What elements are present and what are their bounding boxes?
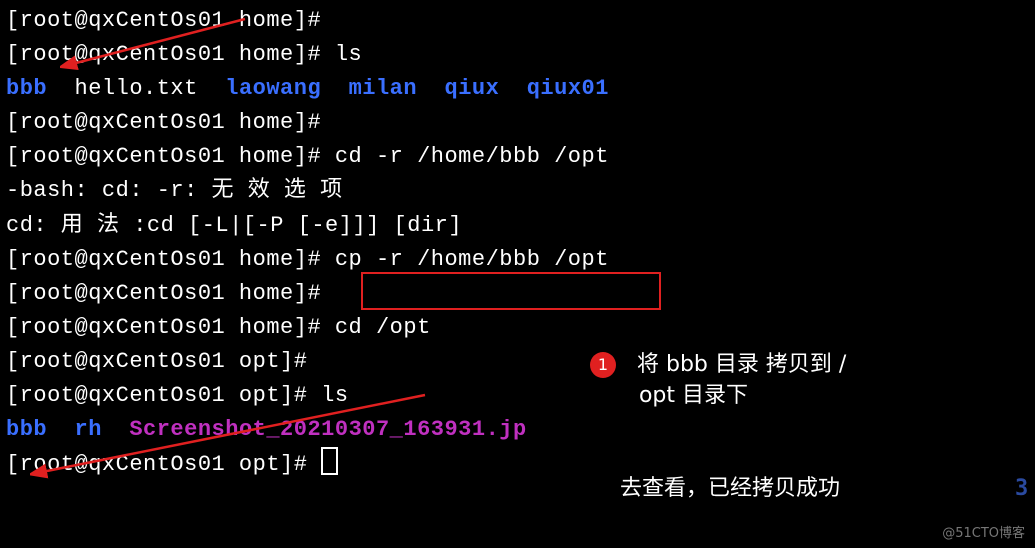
trailing-digit: 3 — [1015, 474, 1028, 505]
prompt: [root@qxCentOs01 opt]# — [6, 383, 321, 408]
prompt-line: [root@qxCentOs01 home]# cd -r /home/bbb … — [6, 140, 1029, 174]
prompt: [root@qxCentOs01 opt]# — [6, 349, 307, 374]
command-cd-opt: cd /opt — [335, 315, 431, 340]
file-hello: hello.txt — [75, 76, 198, 101]
prompt-line: [root@qxCentOs01 home]# ls — [6, 38, 1029, 72]
command-cp: cp -r /home/bbb /opt — [335, 247, 609, 272]
prompt: [root@qxCentOs01 opt]# — [6, 452, 321, 477]
prompt: [root@qxCentOs01 home]# — [6, 110, 321, 135]
prompt-line: [root@qxCentOs01 home]# — [6, 4, 1029, 38]
cursor-icon — [321, 447, 338, 475]
prompt: [root@qxCentOs01 home]# — [6, 144, 335, 169]
command-ls: ls — [335, 42, 362, 67]
annotation-2-text: 去查看，已经拷贝成功 — [620, 476, 840, 501]
prompt: [root@qxCentOs01 home]# — [6, 8, 321, 33]
terminal-output: [root@qxCentOs01 home]# [root@qxCentOs01… — [0, 0, 1035, 486]
prompt: [root@qxCentOs01 home]# — [6, 315, 335, 340]
dir-milan: milan — [349, 76, 418, 101]
prompt-line: [root@qxCentOs01 home]# cp -r /home/bbb … — [6, 243, 1029, 277]
dir-laowang: laowang — [225, 76, 321, 101]
dir-bbb: bbb — [6, 76, 47, 101]
annotation-1-text-line2: opt 目录下 — [639, 383, 748, 408]
prompt: [root@qxCentOs01 home]# — [6, 281, 321, 306]
file-screenshot: Screenshot_20210307_163931.jp — [129, 417, 526, 442]
watermark: @51CTO博客 — [942, 524, 1025, 544]
prompt-line: [root@qxCentOs01 home]# — [6, 106, 1029, 140]
prompt: [root@qxCentOs01 home]# — [6, 42, 335, 67]
prompt-line: [root@qxCentOs01 opt]# — [6, 447, 1029, 482]
dir-qiux: qiux — [445, 76, 500, 101]
annotation-2: 去查看，已经拷贝成功 — [620, 474, 840, 505]
prompt-line: [root@qxCentOs01 home]# cd /opt — [6, 311, 1029, 345]
command-cd-bad: cd -r /home/bbb /opt — [335, 144, 609, 169]
dir-bbb: bbb — [6, 417, 47, 442]
annotation-1-text-line1: 将 bbb 目录 拷贝到 / — [637, 352, 846, 377]
annotation-1: 1 将 bbb 目录 拷贝到 / opt 目录下 — [590, 350, 1020, 412]
error-usage: cd: 用 法 :cd [-L|[-P [-e]]] [dir] — [6, 209, 1029, 243]
prompt: [root@qxCentOs01 home]# — [6, 247, 335, 272]
ls-output-opt: bbb rh Screenshot_20210307_163931.jp — [6, 413, 1029, 447]
command-ls: ls — [321, 383, 348, 408]
dir-qiux01: qiux01 — [527, 76, 609, 101]
dir-rh: rh — [75, 417, 102, 442]
ls-output-home: bbb hello.txt laowang milan qiux qiux01 — [6, 72, 1029, 106]
badge-1: 1 — [590, 352, 616, 378]
error-invalid-option: -bash: cd: -r: 无 效 选 项 — [6, 174, 1029, 208]
prompt-line: [root@qxCentOs01 home]# — [6, 277, 1029, 311]
